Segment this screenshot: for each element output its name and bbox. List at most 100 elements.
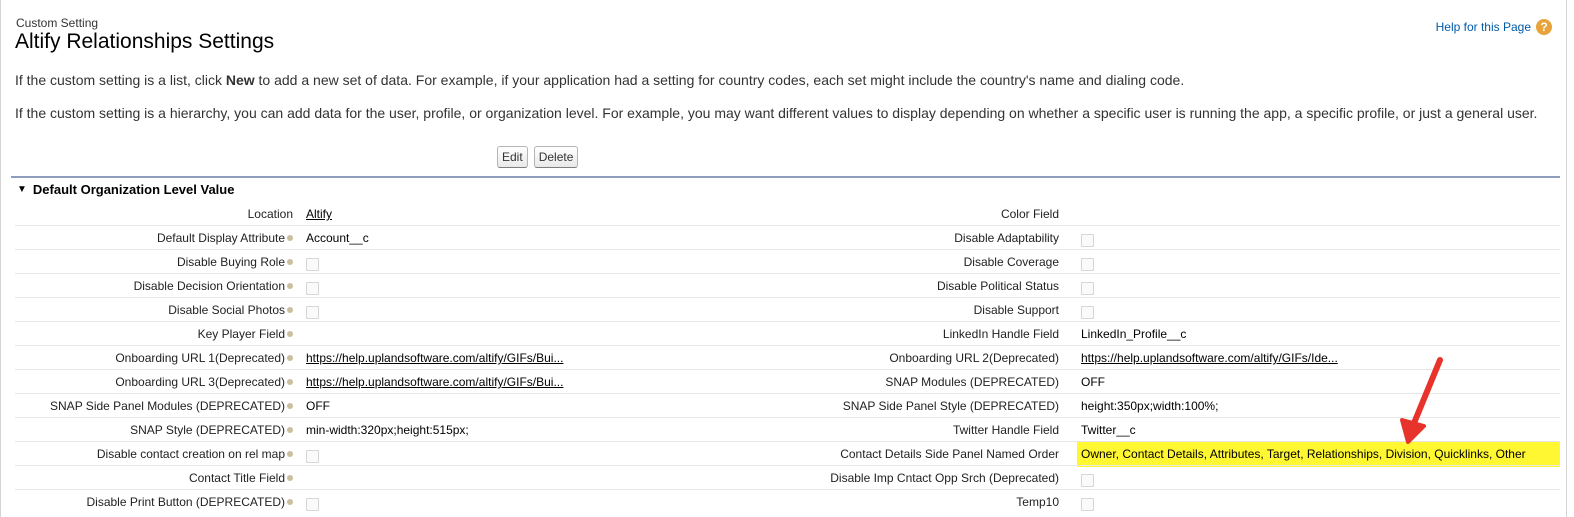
field-value xyxy=(1059,490,1094,514)
right-field: Disable Support xyxy=(778,298,1094,321)
field-label-text: Temp10 xyxy=(1016,495,1059,509)
field-label: Contact Title Field xyxy=(15,466,293,489)
field-value: https://help.uplandsoftware.com/altify/G… xyxy=(293,370,766,393)
value-text: OFF xyxy=(306,399,330,413)
field-label-text: SNAP Side Panel Style (DEPRECATED) xyxy=(842,399,1059,413)
instructions-new-keyword: New xyxy=(225,72,255,88)
table-row: SNAP Style (DEPRECATED) min-width:320px;h… xyxy=(15,418,1560,442)
list-instructions: If the custom setting is a list, click N… xyxy=(15,72,1184,88)
help-link-container[interactable]: Help for this Page ? xyxy=(1436,19,1552,35)
value-link[interactable]: https://help.uplandsoftware.com/altify/G… xyxy=(1081,351,1338,365)
table-row: Location Altify Color Field xyxy=(15,202,1560,226)
table-row: SNAP Side Panel Modules (DEPRECATED) OFF S… xyxy=(15,394,1560,418)
value-text: min-width:320px;height:515px; xyxy=(306,423,469,437)
checkbox-unchecked xyxy=(1081,282,1094,295)
right-field: Onboarding URL 2(Deprecated) https://help… xyxy=(778,346,1338,369)
checkbox-unchecked xyxy=(306,450,319,463)
field-label: SNAP Side Panel Style (DEPRECATED) xyxy=(778,394,1059,417)
field-value xyxy=(293,250,766,273)
field-label-text: SNAP Style (DEPRECATED) xyxy=(130,423,285,437)
field-label: Disable Social Photos xyxy=(15,298,293,321)
right-field: Disable Imp Cntact Opp Srch (Deprecated) xyxy=(778,466,1094,489)
field-label: Disable Buying Role xyxy=(15,250,293,273)
left-field: Contact Title Field xyxy=(15,466,778,489)
hierarchy-instructions: If the custom setting is a hierarchy, yo… xyxy=(15,105,1538,121)
table-row: Default Display Attribute Account__c Disab… xyxy=(15,226,1560,250)
checkbox-unchecked xyxy=(306,306,319,319)
field-label: Onboarding URL 2(Deprecated) xyxy=(778,346,1059,369)
field-label: Default Display Attribute xyxy=(15,226,293,249)
table-row: Onboarding URL 1(Deprecated) https://help… xyxy=(15,346,1560,370)
left-field: Onboarding URL 1(Deprecated) https://help… xyxy=(15,346,778,369)
table-row: Key Player Field LinkedIn Handle Field Lin… xyxy=(15,322,1560,346)
table-row: Disable Buying Role Disable Coverage xyxy=(15,250,1560,274)
value-link[interactable]: Altify xyxy=(306,207,332,221)
field-value xyxy=(293,466,766,489)
field-value: height:350px;width:100%; xyxy=(1059,394,1218,417)
field-label: SNAP Modules (DEPRECATED) xyxy=(778,370,1059,393)
value-text: height:350px;width:100%; xyxy=(1081,399,1219,413)
table-row: Disable Social Photos Disable Support xyxy=(15,298,1560,322)
table-row: Contact Title Field Disable Imp Cntact Op… xyxy=(15,466,1560,490)
right-field: SNAP Modules (DEPRECATED) OFF xyxy=(778,370,1105,393)
section-divider xyxy=(11,176,1560,178)
right-field: Disable Adaptability xyxy=(778,226,1094,249)
field-value: Twitter__c xyxy=(1059,418,1136,441)
field-label: Disable Political Status xyxy=(778,274,1059,297)
field-label-text: Onboarding URL 3(Deprecated) xyxy=(115,375,285,389)
value-text: OFF xyxy=(1081,375,1105,389)
checkbox-unchecked xyxy=(1081,258,1094,271)
field-label: Disable Imp Cntact Opp Srch (Deprecated) xyxy=(778,466,1059,489)
field-label-text: Contact Title Field xyxy=(188,471,285,485)
field-label: SNAP Style (DEPRECATED) xyxy=(15,418,293,441)
left-field: Disable Decision Orientation xyxy=(15,274,778,297)
section-title: Default Organization Level Value xyxy=(32,182,235,197)
left-field: SNAP Side Panel Modules (DEPRECATED) OFF xyxy=(15,394,778,417)
left-field: Disable Social Photos xyxy=(15,298,778,321)
help-link[interactable]: Help for this Page xyxy=(1436,20,1531,34)
left-field: Location Altify xyxy=(15,202,778,225)
field-label-text: Disable Imp Cntact Opp Srch (Deprecated) xyxy=(830,471,1059,485)
page-title: Altify Relationships Settings xyxy=(15,30,275,53)
field-value xyxy=(293,274,766,297)
edit-button[interactable]: Edit xyxy=(497,146,528,168)
field-value: https://help.uplandsoftware.com/altify/G… xyxy=(1059,346,1338,369)
field-label: Disable Decision Orientation xyxy=(15,274,293,297)
left-field: SNAP Style (DEPRECATED) min-width:320px;h… xyxy=(15,418,778,441)
question-mark-icon[interactable]: ? xyxy=(1536,19,1552,35)
table-row: Disable Print Button (DEPRECATED) Temp10 xyxy=(15,490,1560,514)
settings-grid: Location Altify Color Field Default Display… xyxy=(15,202,1560,514)
instructions-text: If the custom setting is a list, click xyxy=(15,72,226,88)
field-label-text: Twitter Handle Field xyxy=(952,423,1059,437)
field-label: Disable Adaptability xyxy=(778,226,1059,249)
field-label-text: Disable Support xyxy=(973,303,1059,317)
instructions-text: to add a new set of data. For example, i… xyxy=(254,72,1185,88)
section-header[interactable]: ▼ Default Organization Level Value xyxy=(17,182,234,197)
left-field: Disable Print Button (DEPRECATED) xyxy=(15,490,778,514)
red-arrow-annotation xyxy=(1400,357,1443,444)
checkbox-unchecked xyxy=(306,498,319,511)
field-value: OFF xyxy=(293,394,766,417)
delete-button[interactable]: Delete xyxy=(533,146,579,168)
field-label-text: Disable Social Photos xyxy=(168,303,285,317)
field-value xyxy=(1059,274,1094,297)
field-label: Location xyxy=(15,202,293,225)
field-label: Twitter Handle Field xyxy=(778,418,1059,441)
field-value xyxy=(293,322,766,345)
right-field: Disable Coverage xyxy=(778,250,1094,273)
field-label-text: Key Player Field xyxy=(197,327,285,341)
checkbox-unchecked xyxy=(1081,234,1094,247)
value-link[interactable]: https://help.uplandsoftware.com/altify/G… xyxy=(306,351,563,365)
field-label-text: Default Display Attribute xyxy=(156,231,285,245)
collapse-triangle-icon[interactable]: ▼ xyxy=(17,184,27,195)
field-value xyxy=(293,298,766,321)
field-label-text: Disable Decision Orientation xyxy=(133,279,285,293)
field-value: LinkedIn_Profile__c xyxy=(1059,322,1186,345)
field-label: Disable Support xyxy=(778,298,1059,321)
value-link[interactable]: https://help.uplandsoftware.com/altify/G… xyxy=(306,375,563,389)
checkbox-unchecked xyxy=(1081,306,1094,319)
field-label-text: SNAP Modules (DEPRECATED) xyxy=(885,375,1059,389)
field-label: Contact Details Side Panel Named Order xyxy=(778,442,1059,465)
field-value xyxy=(1059,226,1094,249)
value-text: LinkedIn_Profile__c xyxy=(1081,327,1187,341)
